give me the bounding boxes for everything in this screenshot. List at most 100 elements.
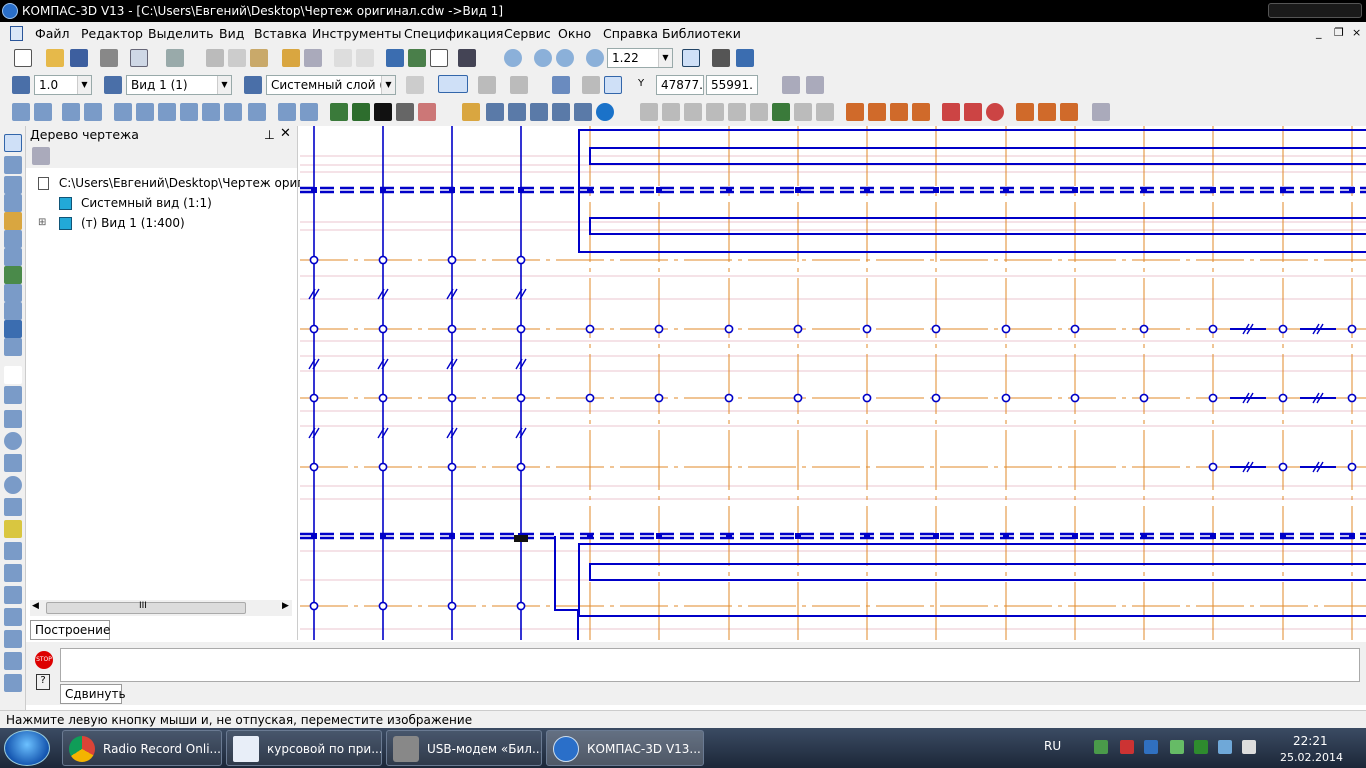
arc-icon[interactable] bbox=[4, 454, 22, 472]
layer-combo[interactable]: Системный слой ( ▼ bbox=[266, 75, 396, 95]
building-tool-5-icon[interactable] bbox=[942, 103, 960, 121]
chevron-down-icon[interactable]: ▼ bbox=[77, 76, 91, 94]
round-icon[interactable] bbox=[582, 76, 600, 94]
tree-node-system-view[interactable]: Системный вид (1:1) bbox=[81, 196, 212, 210]
start-button[interactable] bbox=[4, 730, 50, 766]
menu-libraries[interactable]: Библиотеки bbox=[662, 26, 741, 41]
table-icon[interactable] bbox=[300, 103, 318, 121]
help-button[interactable]: ? bbox=[36, 674, 50, 690]
menu-insert[interactable]: Вставка bbox=[254, 26, 307, 41]
preview-icon[interactable] bbox=[130, 49, 148, 67]
snap-magnet-icon[interactable] bbox=[438, 75, 468, 93]
geometry-tab-icon[interactable] bbox=[4, 134, 22, 152]
cut-icon[interactable] bbox=[206, 49, 224, 67]
zoom-scale-icon[interactable] bbox=[586, 49, 604, 67]
building-tool-7-icon[interactable] bbox=[986, 103, 1004, 121]
properties-icon[interactable] bbox=[304, 49, 322, 67]
arch-tool-6-icon[interactable] bbox=[750, 103, 768, 121]
close-icon[interactable]: ✕ bbox=[280, 126, 291, 141]
scroll-thumb[interactable]: III bbox=[46, 601, 246, 614]
chevron-down-icon[interactable]: ▼ bbox=[217, 76, 231, 94]
refresh-view-icon[interactable] bbox=[712, 49, 730, 67]
chevron-down-icon[interactable]: ▼ bbox=[381, 76, 395, 94]
views-tab-icon[interactable] bbox=[4, 266, 22, 284]
menu-specification[interactable]: Спецификация bbox=[404, 26, 503, 41]
nvidia-icon[interactable] bbox=[1170, 740, 1184, 754]
collection-icon[interactable] bbox=[4, 652, 22, 670]
spec-icon[interactable] bbox=[202, 103, 220, 121]
arch-tool-2-icon[interactable] bbox=[662, 103, 680, 121]
edit-tab-icon[interactable] bbox=[4, 194, 22, 212]
pin-icon[interactable]: ⊥ bbox=[264, 127, 275, 142]
stamp-icon[interactable] bbox=[396, 103, 414, 121]
layer-properties-icon[interactable] bbox=[406, 76, 424, 94]
symbol-tab-icon[interactable] bbox=[4, 176, 22, 194]
menu-select[interactable]: Выделить bbox=[148, 26, 214, 41]
menu-tools[interactable]: Инструменты bbox=[312, 26, 401, 41]
lib-tool-2-icon[interactable] bbox=[508, 103, 526, 121]
spline-icon[interactable] bbox=[4, 498, 22, 516]
arch-tool-5-icon[interactable] bbox=[728, 103, 746, 121]
arch-tool-3-icon[interactable] bbox=[684, 103, 702, 121]
fillet-icon[interactable] bbox=[4, 608, 22, 626]
param-tab-icon[interactable] bbox=[4, 212, 22, 230]
help-icon[interactable] bbox=[596, 103, 614, 121]
network-icon[interactable] bbox=[1094, 740, 1108, 754]
local-cs-icon[interactable] bbox=[552, 76, 570, 94]
grid-icon[interactable] bbox=[510, 76, 528, 94]
document-icon[interactable] bbox=[10, 26, 23, 41]
circle-icon[interactable] bbox=[4, 432, 22, 450]
menu-window[interactable]: Окно bbox=[558, 26, 591, 41]
open-folder-icon[interactable] bbox=[46, 49, 64, 67]
segment-icon[interactable] bbox=[4, 410, 22, 428]
language-indicator[interactable]: RU bbox=[1044, 739, 1061, 753]
reports-tab-icon[interactable] bbox=[4, 302, 22, 320]
zoom-window-icon[interactable] bbox=[504, 49, 522, 67]
command-input[interactable] bbox=[60, 648, 1360, 682]
rectangle-icon[interactable] bbox=[4, 630, 22, 648]
step-combo[interactable]: 1.0 ▼ bbox=[34, 75, 92, 95]
select-icon[interactable] bbox=[158, 103, 176, 121]
chevron-down-icon[interactable]: ▼ bbox=[658, 49, 672, 67]
tab-pan[interactable]: Сдвинуть bbox=[60, 684, 126, 704]
coord-x-field[interactable]: 47877. bbox=[656, 75, 704, 95]
menu-service[interactable]: Сервис bbox=[504, 26, 551, 41]
tree-root[interactable]: C:\Users\Евгений\Desktop\Чертеж оригина bbox=[38, 176, 327, 190]
menu-view[interactable]: Вид bbox=[219, 26, 244, 41]
edit-icon[interactable] bbox=[84, 103, 102, 121]
measure-icon[interactable] bbox=[136, 103, 154, 121]
zoom-out-icon[interactable] bbox=[556, 49, 574, 67]
wrench-icon[interactable] bbox=[574, 103, 592, 121]
undo-icon[interactable] bbox=[334, 49, 352, 67]
fill-table-icon[interactable] bbox=[352, 103, 370, 121]
cursor-coords-icon[interactable] bbox=[604, 76, 622, 94]
building-tool-3-icon[interactable] bbox=[890, 103, 908, 121]
menu-edit[interactable]: Редактор bbox=[81, 26, 143, 41]
fill-icon[interactable] bbox=[374, 103, 392, 121]
building-tool-6-icon[interactable] bbox=[964, 103, 982, 121]
taskbar-modem[interactable]: USB-модем «Бил... bbox=[386, 730, 542, 766]
pan-icon[interactable] bbox=[682, 49, 700, 67]
drawing-canvas[interactable] bbox=[300, 126, 1366, 640]
antivirus-icon[interactable] bbox=[1120, 740, 1134, 754]
building-tool-8-icon[interactable] bbox=[1016, 103, 1034, 121]
contour-icon[interactable] bbox=[4, 542, 22, 560]
stop-icon[interactable]: STOP bbox=[35, 651, 53, 669]
format-brush-icon[interactable] bbox=[282, 49, 300, 67]
volume-icon[interactable] bbox=[1242, 740, 1256, 754]
document-tool-icon[interactable] bbox=[1092, 103, 1110, 121]
usb-icon[interactable] bbox=[1194, 740, 1208, 754]
library-tab-icon[interactable] bbox=[4, 338, 22, 356]
taskbar-word[interactable]: курсовой по при... bbox=[226, 730, 382, 766]
expand-icon[interactable]: ⊞ bbox=[38, 217, 46, 228]
save-icon[interactable] bbox=[70, 49, 88, 67]
copy-icon[interactable] bbox=[228, 49, 246, 67]
building-tool-4-icon[interactable] bbox=[912, 103, 930, 121]
apply-icon[interactable] bbox=[806, 76, 824, 94]
hatch-icon[interactable] bbox=[330, 103, 348, 121]
lib-tool-3-icon[interactable] bbox=[530, 103, 548, 121]
equidistant-icon[interactable] bbox=[4, 674, 22, 692]
graph-icon[interactable] bbox=[278, 103, 296, 121]
bridge-icon[interactable] bbox=[418, 103, 436, 121]
variables-icon[interactable] bbox=[386, 49, 404, 67]
